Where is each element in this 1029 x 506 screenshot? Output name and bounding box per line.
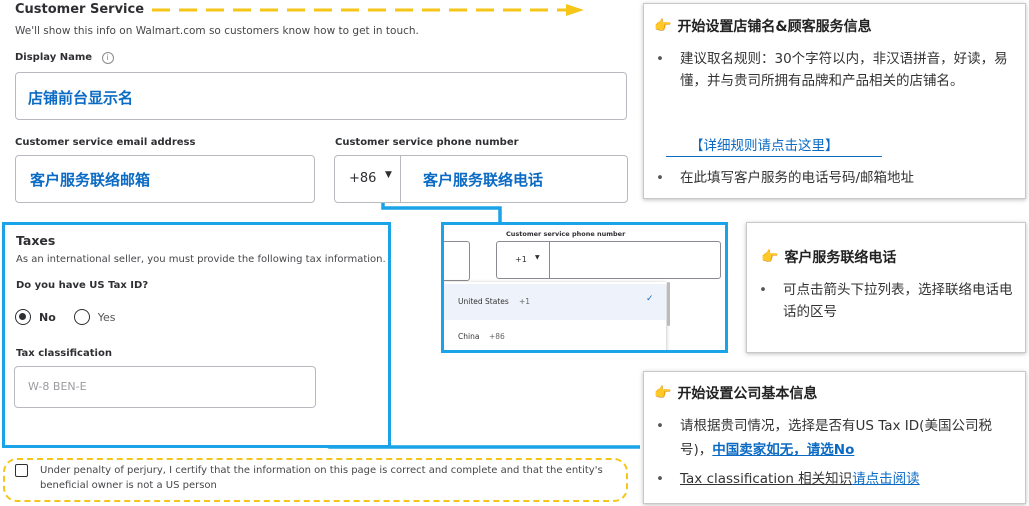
- certify-text: Under penalty of perjury, I certify that…: [40, 465, 603, 491]
- zoom-phone-label: Customer service phone number: [506, 230, 626, 238]
- tip-store-bullet-1: 建议取名规则：30个字符以内，非汉语拼音，好读，易懂，并与贵司所拥有品牌和产品相…: [644, 48, 1014, 92]
- option-cn-country: China: [458, 332, 480, 341]
- taxes-title: Taxes: [16, 233, 56, 248]
- pointing-hand-icon: 👉: [654, 385, 672, 401]
- tip-company-bullet-1: 请根据贵司情况，选择是否有US Tax ID(美国公司税号)，中国卖家如无，请选…: [644, 414, 1016, 462]
- tip-card-store-list-2: 在此填写客户服务的电话号码/邮箱地址: [644, 167, 1014, 189]
- pointing-hand-icon: 👉: [654, 18, 672, 34]
- tax-classification-placeholder: W-8 BEN-E: [28, 380, 87, 393]
- zoom-code-select[interactable]: +1 ▼: [497, 242, 550, 278]
- certify-checkbox[interactable]: [15, 464, 28, 477]
- dropdown-scrollbar[interactable]: [667, 282, 670, 326]
- tip-phone-bullet: 可点击箭头下拉列表，选择联络电话电话的区号: [747, 279, 1017, 323]
- radio-no[interactable]: [15, 309, 31, 325]
- tip-card-store-list: 建议取名规则：30个字符以内，非汉语拼音，好读，易懂，并与贵司所拥有品牌和产品相…: [644, 48, 1014, 92]
- zoom-phone-input[interactable]: +1 ▼: [496, 241, 721, 279]
- tip-store-bullet-2: 在此填写客户服务的电话号码/邮箱地址: [644, 167, 1014, 189]
- radio-no-label: No: [39, 310, 56, 324]
- check-icon: ✓: [646, 294, 654, 304]
- country-dropdown: United States +1 ✓ China +86: [444, 282, 670, 350]
- option-us-code: +1: [519, 297, 531, 306]
- tip-card-store-title: 👉 开始设置店铺名&顾客服务信息: [654, 18, 872, 35]
- tax-classification-input[interactable]: W-8 BEN-E: [14, 366, 316, 408]
- tip-card-store: 👉 开始设置店铺名&顾客服务信息 建议取名规则：30个字符以内，非汉语拼音，好读…: [643, 3, 1026, 199]
- option-us-country: United States: [458, 297, 509, 306]
- phone-zoom-panel: Customer service phone number +1 ▼ Unite…: [441, 222, 728, 353]
- read-more-link[interactable]: 请点击阅读: [852, 471, 920, 487]
- taxes-section: Taxes As an international seller, you mu…: [2, 222, 391, 448]
- option-cn-code: +86: [489, 332, 505, 341]
- radio-yes-label: Yes: [97, 310, 116, 324]
- us-tax-id-options: No Yes: [15, 309, 116, 325]
- radio-yes[interactable]: [73, 309, 90, 325]
- pointing-hand-icon: 👉: [761, 249, 779, 265]
- tip-card-phone: 👉 客户服务联络电话 可点击箭头下拉列表，选择联络电话电话的区号: [746, 222, 1026, 353]
- rules-link[interactable]: 【详细规则请点击这里】: [666, 134, 882, 157]
- tax-classification-label: Tax classification: [16, 348, 112, 359]
- tip-card-company-list: 请根据贵司情况，选择是否有US Tax ID(美国公司税号)，中国卖家如无，请选…: [644, 414, 1016, 490]
- tip-card-company: 👉 开始设置公司基本信息 请根据贵司情况，选择是否有US Tax ID(美国公司…: [643, 371, 1026, 504]
- dropdown-option-cn[interactable]: China +86: [444, 320, 666, 350]
- dropdown-option-us[interactable]: United States +1 ✓: [444, 284, 666, 320]
- taxes-subtitle: As an international seller, you must pro…: [16, 254, 386, 265]
- cn-seller-no-link[interactable]: 中国卖家如无，请选No: [712, 442, 854, 458]
- tip-card-phone-title: 👉 客户服务联络电话: [761, 249, 897, 266]
- chevron-down-icon[interactable]: ▼: [535, 254, 540, 261]
- tax-classification-knowledge: Tax classification 相关知识: [680, 471, 853, 487]
- zoom-code-value: +1: [515, 255, 527, 264]
- tip-card-phone-list: 可点击箭头下拉列表，选择联络电话电话的区号: [747, 279, 1017, 323]
- tip-card-company-title: 👉 开始设置公司基本信息: [654, 385, 818, 402]
- us-tax-id-question: Do you have US Tax ID?: [16, 280, 149, 291]
- tip-company-bullet-2: Tax classification 相关知识请点击阅读: [644, 468, 1016, 490]
- zoom-email-field-edge: [444, 241, 470, 281]
